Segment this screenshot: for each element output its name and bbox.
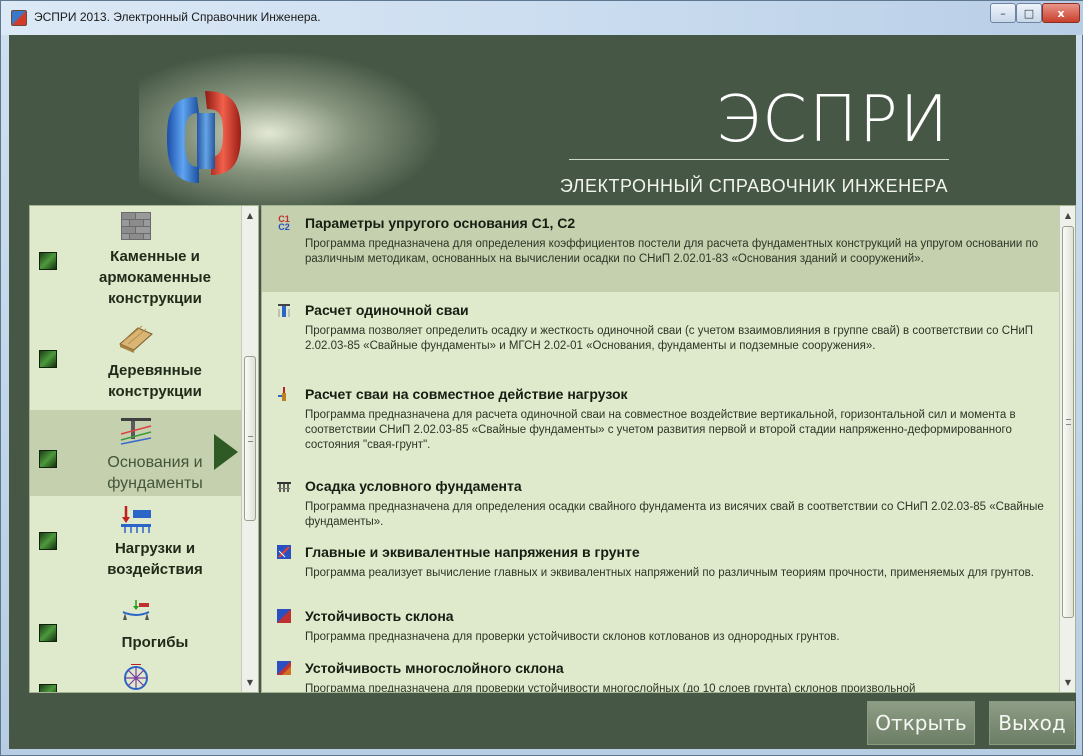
brick-wall-icon bbox=[121, 212, 151, 240]
deflection-icon bbox=[122, 600, 150, 620]
sidebar-item-masonry[interactable]: Каменные и армокаменные конструкции bbox=[30, 206, 242, 308]
list-item-description: Программа предназначена для расчета один… bbox=[305, 409, 1016, 451]
sidebar-item-truss[interactable] bbox=[30, 662, 242, 692]
scroll-up-icon[interactable]: ▲ bbox=[242, 207, 258, 223]
selected-arrow-icon bbox=[214, 434, 238, 470]
client-area: ЭСПРИ ЭЛЕКТРОННЫЙ СПРАВОЧНИК ИНЖЕНЕРА Ка… bbox=[9, 35, 1076, 749]
maximize-button[interactable]: □ bbox=[1016, 3, 1042, 23]
list-item-title: Расчет сваи на совместное действие нагру… bbox=[305, 386, 628, 402]
minimize-button[interactable]: – bbox=[990, 3, 1016, 23]
bullet-icon bbox=[39, 252, 57, 270]
scroll-down-icon[interactable]: ▼ bbox=[1060, 674, 1075, 690]
multilayer-slope-icon bbox=[276, 660, 292, 676]
sidebar-item-loads[interactable]: Нагрузки и воздействия bbox=[30, 498, 242, 594]
exit-button[interactable]: Выход bbox=[989, 701, 1075, 745]
list-item-description: Программа предназначена для проверки уст… bbox=[305, 683, 916, 693]
bullet-icon bbox=[39, 532, 57, 550]
window-title: ЭСПРИ 2013. Электронный Справочник Инжен… bbox=[34, 10, 321, 24]
loads-icon bbox=[121, 506, 151, 533]
conditional-foundation-icon bbox=[276, 478, 292, 494]
pile-icon bbox=[276, 302, 292, 318]
logo-subtitle: ЭЛЕКТРОННЫЙ СПРАВОЧНИК ИНЖЕНЕРА bbox=[559, 176, 948, 196]
truss-icon bbox=[124, 664, 148, 690]
sidebar-item-label: Прогибы bbox=[121, 634, 189, 651]
soil-stress-icon bbox=[276, 544, 292, 560]
bullet-icon bbox=[39, 350, 57, 368]
slope-icon bbox=[276, 608, 292, 624]
scroll-up-icon[interactable]: ▲ bbox=[1060, 207, 1075, 223]
sidebar-item-label: Каменные и армокаменные конструкции bbox=[99, 248, 211, 307]
list-item[interactable]: Главные и эквивалентные напряжения в гру… bbox=[262, 536, 1059, 598]
category-sidebar[interactable]: Каменные и армокаменные конструкции Дере… bbox=[29, 205, 259, 693]
scroll-thumb[interactable] bbox=[1062, 226, 1074, 618]
list-item-title: Осадка условного фундамента bbox=[305, 478, 522, 494]
list-item[interactable]: C1 C2 Параметры упругого основания С1, С2… bbox=[262, 206, 1059, 292]
list-scrollbar[interactable]: ▲ ▼ bbox=[1059, 206, 1075, 692]
header-divider bbox=[569, 159, 949, 160]
programs-list[interactable]: C1 C2 Параметры упругого основания С1, С2… bbox=[261, 205, 1076, 693]
list-item[interactable]: Осадка условного фундамента Программа пр… bbox=[262, 470, 1059, 534]
sidebar-item-deflections[interactable]: Прогибы bbox=[30, 596, 242, 660]
list-item-description: Программа позволяет определить осадку и … bbox=[305, 325, 1034, 352]
sidebar-scrollbar[interactable]: ▲ ▼ bbox=[241, 206, 258, 692]
scroll-thumb[interactable] bbox=[244, 356, 256, 521]
list-item-title: Расчет одиночной сваи bbox=[305, 302, 469, 318]
list-item[interactable]: Расчет сваи на совместное действие нагру… bbox=[262, 378, 1059, 466]
list-item-description: Программа предназначена для проверки уст… bbox=[305, 631, 840, 643]
list-item[interactable]: Устойчивость многослойного склона Програ… bbox=[262, 652, 1059, 693]
app-icon[interactable] bbox=[11, 10, 27, 26]
bullet-icon bbox=[39, 450, 57, 468]
c1c2-icon: C1 C2 bbox=[278, 214, 290, 232]
close-button[interactable]: x bbox=[1042, 3, 1080, 23]
app-window: ЭСПРИ 2013. Электронный Справочник Инжен… bbox=[0, 0, 1083, 756]
list-item-title: Параметры упругого основания С1, С2 bbox=[305, 215, 576, 231]
bullet-icon bbox=[39, 684, 57, 692]
list-item-title: Устойчивость склона bbox=[305, 608, 454, 624]
title-bar[interactable]: ЭСПРИ 2013. Электронный Справочник Инжен… bbox=[1, 1, 1083, 35]
sidebar-item-foundations[interactable]: Основания и фундаменты bbox=[30, 410, 242, 496]
wood-planks-icon bbox=[119, 325, 153, 353]
bullet-icon bbox=[39, 624, 57, 642]
sidebar-item-label: Нагрузки и воздействия bbox=[107, 540, 203, 578]
list-item-title: Устойчивость многослойного склона bbox=[305, 660, 564, 676]
sidebar-item-wood[interactable]: Деревянные конструкции bbox=[30, 310, 242, 408]
list-item[interactable]: Устойчивость склона Программа предназнач… bbox=[262, 600, 1059, 650]
logo-title: ЭСПРИ bbox=[715, 83, 950, 157]
open-button[interactable]: Открыть bbox=[867, 701, 975, 745]
list-item-description: Программа предназначена для определения … bbox=[305, 501, 1044, 528]
header-banner: ЭСПРИ ЭЛЕКТРОННЫЙ СПРАВОЧНИК ИНЖЕНЕРА bbox=[139, 53, 974, 209]
list-item-title: Главные и эквивалентные напряжения в гру… bbox=[305, 544, 640, 560]
list-item[interactable]: Расчет одиночной сваи Программа позволяе… bbox=[262, 294, 1059, 376]
pile-load-icon bbox=[276, 386, 292, 402]
foundation-icon bbox=[120, 418, 152, 445]
list-item-description: Программа реализует вычисление главных и… bbox=[305, 567, 1034, 579]
list-item-description: Программа предназначена для определения … bbox=[305, 238, 1039, 265]
scroll-down-icon[interactable]: ▼ bbox=[242, 674, 258, 690]
espri-logo-icon bbox=[167, 91, 241, 183]
sidebar-item-label: Деревянные конструкции bbox=[108, 362, 202, 400]
